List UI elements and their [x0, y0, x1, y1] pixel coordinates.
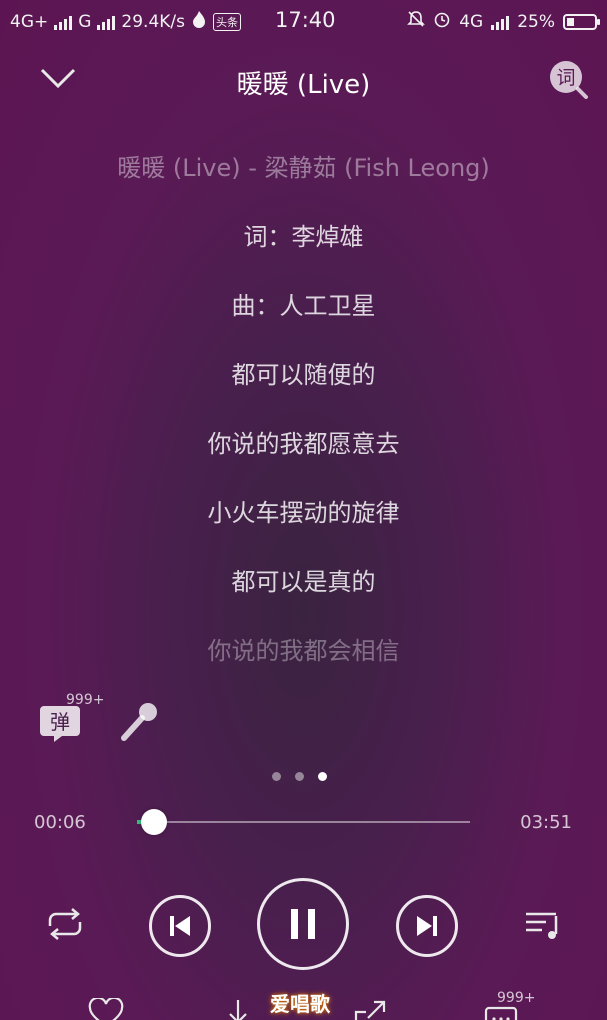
lyric-line: 词：李焯雄	[243, 223, 364, 251]
total-time: 03:51	[520, 812, 572, 833]
network-type-1: 4G+	[10, 11, 49, 32]
progress-thumb[interactable]	[140, 809, 167, 835]
alarm-icon	[433, 10, 451, 33]
lyric-search-icon: 词	[550, 61, 588, 99]
lyric-line: 你说的我都愿意去	[207, 430, 400, 458]
danmu-count: 999+	[66, 692, 105, 708]
network-type-3: 4G	[459, 11, 484, 32]
bell-off-icon	[407, 10, 426, 33]
next-button[interactable]	[396, 895, 458, 957]
page-dot-3[interactable]	[318, 772, 327, 781]
lyric-line: 都可以是真的	[231, 568, 376, 596]
watermark: 爱唱歌	[270, 992, 330, 1016]
flame-icon	[191, 10, 207, 33]
skip-previous-icon	[170, 916, 190, 936]
lyric-line: 都可以随便的	[231, 361, 376, 389]
pause-icon	[291, 909, 315, 939]
lyric-line: 你说的我都会相信	[207, 637, 400, 665]
playlist-icon	[526, 912, 558, 939]
battery-percent: 25%	[517, 11, 555, 32]
lyric-line: 曲：人工卫星	[231, 292, 376, 320]
clock: 17:40	[275, 8, 336, 32]
news-badge: 头条	[213, 12, 242, 31]
status-bar: 4G+ G 29.4K/s 头条 17:40 4G 25%	[0, 0, 607, 42]
side-tools: 弹 999+	[38, 692, 238, 752]
repeat-mode-button[interactable]	[42, 904, 88, 944]
network-speed: 29.4K/s	[121, 11, 186, 32]
signal-icon-2	[97, 14, 116, 30]
lyrics-panel: 暖暖 (Live) - 梁静茹 (Fish Leong) 词：李焯雄 曲：人工卫…	[0, 140, 607, 692]
lyric-search-label: 词	[556, 67, 575, 89]
share-button[interactable]	[350, 998, 390, 1020]
lyric-search-button[interactable]: 词	[547, 58, 589, 100]
signal-icon	[54, 14, 73, 30]
favorite-button[interactable]	[86, 998, 126, 1020]
page-dot-2[interactable]	[295, 772, 304, 781]
comment-count: 999+	[497, 990, 536, 1006]
page-dot-1[interactable]	[272, 772, 281, 781]
download-icon	[229, 1000, 247, 1020]
karaoke-button[interactable]	[118, 700, 162, 744]
network-type-2: G	[78, 11, 92, 32]
share-icon	[354, 1000, 386, 1020]
progress-track[interactable]	[137, 820, 470, 824]
song-title: 暖暖 (Live)	[236, 70, 371, 100]
status-right: 4G 25%	[407, 10, 600, 33]
current-time: 00:06	[34, 812, 86, 833]
heart-icon	[88, 998, 124, 1020]
lyric-line: 暖暖 (Live) - 梁静茹 (Fish Leong)	[117, 154, 490, 182]
skip-next-icon	[417, 916, 437, 936]
play-pause-button[interactable]	[257, 878, 349, 970]
download-button[interactable]	[218, 998, 258, 1020]
battery-icon	[563, 13, 600, 30]
page-indicator	[272, 772, 327, 781]
playlist-button[interactable]	[520, 904, 566, 944]
lyric-line: 小火车摆动的旋律	[207, 499, 400, 527]
status-left: 4G+ G 29.4K/s 头条	[10, 10, 242, 33]
progress-bar: 00:06 03:51	[0, 800, 607, 842]
signal-icon-3	[491, 14, 510, 30]
previous-button[interactable]	[149, 895, 211, 957]
microphone-icon	[121, 703, 157, 741]
danmu-label: 弹	[50, 710, 70, 734]
playback-controls	[0, 870, 607, 980]
player-header: 暖暖 (Live) 词	[0, 50, 607, 110]
repeat-icon	[48, 908, 82, 940]
